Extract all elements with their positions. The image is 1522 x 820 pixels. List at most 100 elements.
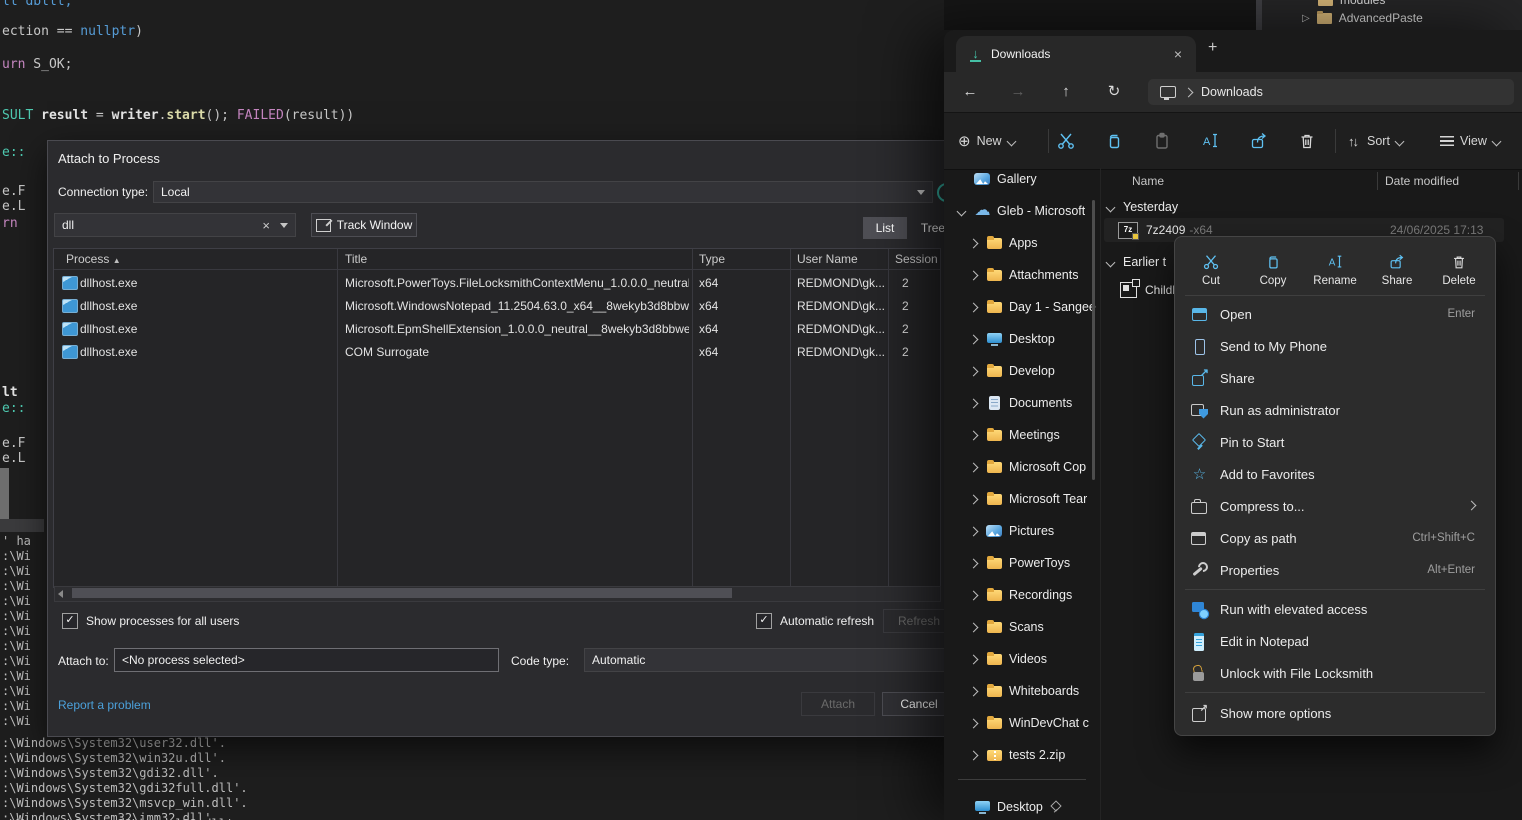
chevron-right-icon[interactable] (968, 590, 978, 600)
refresh-icon[interactable]: ↻ (1102, 80, 1126, 104)
sidebar-item-videos[interactable]: Videos (944, 643, 1096, 675)
attach-button[interactable]: Attach (801, 692, 875, 716)
file-row-childl[interactable]: Childl (1120, 278, 1175, 302)
tab-downloads[interactable]: ↓ Downloads × (956, 36, 1196, 72)
group-yesterday[interactable]: Yesterday (1107, 195, 1178, 219)
table-row[interactable]: dllhost.exe COM Surrogate x64 REDMOND\gk… (54, 340, 940, 363)
code-type-select[interactable]: Automatic (584, 648, 945, 672)
dropdown-caret-icon[interactable] (917, 190, 925, 195)
up-icon[interactable]: ↑ (1054, 80, 1078, 104)
menu-item-show-more-options[interactable]: Show more options (1181, 697, 1489, 729)
address-bar[interactable]: Downloads (1148, 79, 1514, 105)
quick-rename-button[interactable]: A Rename (1307, 245, 1363, 295)
filter-dropdown-caret-icon[interactable] (280, 223, 288, 228)
sidebar-item-windevchat[interactable]: WinDevChat c (944, 707, 1096, 739)
copy-button[interactable] (1104, 127, 1124, 155)
chevron-right-icon[interactable]: ▷ (1302, 13, 1310, 24)
menu-item-add-to-favorites[interactable]: Add to Favorites (1181, 458, 1489, 490)
sidebar-item-documents[interactable]: Documents (944, 387, 1096, 419)
menu-item-unlock-file-locksmith[interactable]: Unlock with File Locksmith (1181, 657, 1489, 689)
column-header-date[interactable]: Date modified (1385, 174, 1459, 188)
chevron-right-icon[interactable] (968, 526, 978, 536)
chevron-right-icon[interactable] (968, 398, 978, 408)
sidebar-item-microsoft-copilot[interactable]: Microsoft Cop (944, 451, 1096, 483)
chevron-down-icon[interactable] (1106, 202, 1116, 212)
sidebar-item-desktop-pinned[interactable]: Desktop (944, 791, 1096, 820)
chevron-right-icon[interactable] (968, 462, 978, 472)
chevron-right-icon[interactable] (968, 334, 978, 344)
sidebar-item-develop[interactable]: Develop (944, 355, 1096, 387)
new-button[interactable]: ⊕ New (958, 127, 1015, 155)
chevron-right-icon[interactable] (968, 366, 978, 376)
chevron-down-icon[interactable] (1106, 257, 1116, 267)
chevron-down-icon[interactable] (956, 206, 966, 216)
sort-button[interactable]: ↑↓ Sort (1348, 127, 1403, 155)
sidebar-scrollbar[interactable] (1092, 200, 1095, 480)
menu-item-open[interactable]: OpenEnter (1181, 298, 1489, 330)
quick-delete-button[interactable]: Delete (1431, 245, 1487, 295)
scrollbar-thumb[interactable] (72, 588, 732, 598)
chevron-right-icon[interactable] (968, 558, 978, 568)
sidebar-item-tests-zip[interactable]: tests 2.zip (944, 739, 1096, 771)
sidebar-item-whiteboards[interactable]: Whiteboards (944, 675, 1096, 707)
sidebar-item-attachments[interactable]: Attachments (944, 259, 1096, 291)
forward-icon[interactable]: → (1006, 80, 1030, 104)
chevron-right-icon[interactable] (968, 750, 978, 760)
chevron-right-icon[interactable] (968, 686, 978, 696)
chevron-right-icon[interactable] (968, 654, 978, 664)
track-window-button[interactable]: Track Window (311, 213, 417, 237)
chevron-right-icon[interactable] (968, 494, 978, 504)
sidebar-item-powertoys[interactable]: PowerToys (944, 547, 1096, 579)
checkbox-checked-icon[interactable] (62, 613, 78, 629)
sidebar-item-gallery[interactable]: Gallery (944, 163, 1096, 195)
group-earlier[interactable]: Earlier t (1107, 250, 1166, 274)
menu-item-pin-to-start[interactable]: Pin to Start (1181, 426, 1489, 458)
menu-item-share[interactable]: Share (1181, 362, 1489, 394)
table-row[interactable]: dllhost.exe Microsoft.EpmShellExtension_… (54, 317, 940, 340)
editor-scrollbar-fragment[interactable] (0, 468, 9, 520)
chevron-right-icon[interactable] (968, 270, 978, 280)
attach-to-field[interactable]: <No process selected> (114, 648, 499, 672)
delete-button[interactable] (1297, 127, 1317, 155)
sidebar-item-day1[interactable]: Day 1 - Sangee (944, 291, 1096, 323)
paste-button[interactable] (1152, 127, 1172, 155)
sidebar-item-recordings[interactable]: Recordings (944, 579, 1096, 611)
share-button[interactable] (1249, 127, 1269, 155)
view-list-toggle[interactable]: List (863, 217, 907, 239)
sidebar-item-scans[interactable]: Scans (944, 611, 1096, 643)
report-problem-link[interactable]: Report a problem (58, 698, 151, 712)
chevron-right-icon[interactable] (968, 622, 978, 632)
back-icon[interactable]: ← (958, 80, 982, 104)
menu-item-send-to-phone[interactable]: Send to My Phone (1181, 330, 1489, 362)
rename-button[interactable]: A (1200, 127, 1220, 155)
quick-cut-button[interactable]: Cut (1183, 245, 1239, 295)
column-header-type[interactable]: Type (699, 249, 725, 269)
menu-item-run-as-admin[interactable]: Run as administrator (1181, 394, 1489, 426)
show-all-users-checkbox[interactable]: Show processes for all users (62, 613, 239, 629)
sidebar-item-microsoft-teams[interactable]: Microsoft Tear (944, 483, 1096, 515)
clear-filter-icon[interactable]: × (262, 218, 270, 233)
menu-item-run-elevated[interactable]: Run with elevated access (1181, 593, 1489, 625)
new-tab-button[interactable]: + (1208, 39, 1217, 57)
scroll-left-icon[interactable] (58, 590, 63, 598)
chevron-right-icon[interactable] (968, 238, 978, 248)
tree-scrollbar[interactable] (1256, 0, 1262, 30)
sidebar-item-pictures[interactable]: Pictures (944, 515, 1096, 547)
view-button[interactable]: View (1440, 127, 1500, 155)
sidebar-item-onedrive[interactable]: Gleb - Microsoft (944, 195, 1096, 227)
column-header-user[interactable]: User Name (797, 249, 858, 269)
chevron-right-icon[interactable] (968, 718, 978, 728)
column-header-session[interactable]: Session (895, 249, 938, 269)
close-tab-icon[interactable]: × (1174, 46, 1182, 62)
cut-button[interactable] (1056, 127, 1076, 155)
checkbox-checked-icon[interactable] (756, 613, 772, 629)
column-header-title[interactable]: Title (345, 249, 367, 269)
chevron-right-icon[interactable] (968, 302, 978, 312)
sidebar-item-meetings[interactable]: Meetings (944, 419, 1096, 451)
auto-refresh-checkbox[interactable]: Automatic refresh (756, 613, 874, 629)
table-row[interactable]: dllhost.exe Microsoft.WindowsNotepad_11.… (54, 294, 940, 317)
menu-item-properties[interactable]: PropertiesAlt+Enter (1181, 554, 1489, 586)
menu-item-copy-as-path[interactable]: Copy as pathCtrl+Shift+C (1181, 522, 1489, 554)
chevron-right-icon[interactable] (968, 430, 978, 440)
sidebar-item-desktop[interactable]: Desktop (944, 323, 1096, 355)
